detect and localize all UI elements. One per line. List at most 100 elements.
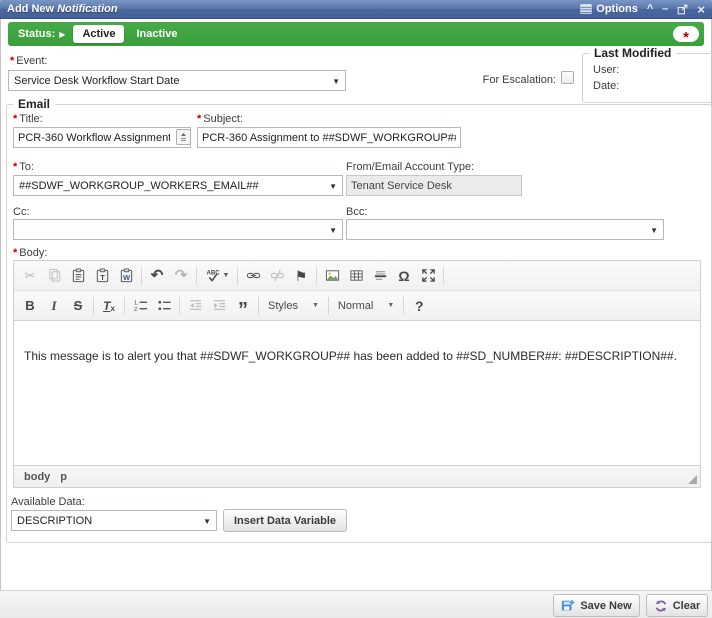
chevron-down-icon: ▼ bbox=[312, 302, 319, 309]
bcc-label: Bcc: bbox=[346, 206, 367, 218]
insert-data-variable-button[interactable]: Insert Data Variable bbox=[223, 509, 347, 532]
event-select[interactable]: Service Desk Workflow Start Date ▼ bbox=[8, 70, 346, 91]
options-icon bbox=[580, 3, 592, 15]
save-new-button[interactable]: Save New bbox=[553, 594, 640, 617]
blockquote-icon[interactable]: ” bbox=[231, 294, 255, 318]
bcc-select[interactable]: ▼ bbox=[346, 219, 664, 240]
popout-icon[interactable] bbox=[677, 4, 688, 15]
title-field-icon[interactable] bbox=[176, 129, 191, 145]
help-icon[interactable]: ? bbox=[407, 294, 431, 318]
table-icon[interactable] bbox=[344, 264, 368, 288]
subject-input[interactable] bbox=[197, 127, 461, 148]
required-asterisk-icon: * bbox=[683, 36, 689, 40]
styles-dropdown[interactable]: Styles ▼ bbox=[262, 300, 325, 312]
status-arrow-icon: ▶ bbox=[59, 30, 65, 39]
unlink-icon[interactable] bbox=[265, 264, 289, 288]
svg-text:2.: 2. bbox=[133, 307, 138, 313]
save-new-icon bbox=[561, 599, 575, 613]
toolbar-separator bbox=[403, 297, 404, 315]
status-inactive-button[interactable]: Inactive bbox=[136, 28, 177, 40]
path-p-element[interactable]: p bbox=[60, 471, 67, 483]
from-account-field bbox=[346, 175, 522, 196]
numbered-list-icon[interactable]: 1.2. bbox=[128, 294, 152, 318]
cut-icon[interactable]: ✂ bbox=[18, 264, 42, 288]
chevron-down-icon: ▼ bbox=[329, 182, 337, 191]
bold-icon[interactable]: B bbox=[18, 294, 42, 318]
title-label: *Title: bbox=[13, 113, 43, 125]
bulleted-list-icon[interactable] bbox=[152, 294, 176, 318]
required-marker: * bbox=[13, 161, 17, 173]
clear-button[interactable]: Clear bbox=[646, 594, 708, 617]
paste-from-word-icon[interactable]: W bbox=[114, 264, 138, 288]
paste-icon[interactable] bbox=[66, 264, 90, 288]
status-active-button[interactable]: Active bbox=[73, 25, 124, 43]
subject-label: *Subject: bbox=[197, 113, 243, 125]
for-escalation-label: For Escalation: bbox=[476, 74, 556, 86]
options-button[interactable]: Options bbox=[580, 3, 638, 15]
required-indicator-button[interactable]: * bbox=[673, 26, 699, 42]
toolbar-separator bbox=[328, 297, 329, 315]
path-body-element[interactable]: body bbox=[24, 471, 50, 483]
required-marker: * bbox=[13, 247, 17, 259]
available-data-label: Available Data: bbox=[11, 496, 85, 508]
chevron-down-icon: ▼ bbox=[387, 302, 394, 309]
window-title: Add NewNotification bbox=[7, 3, 118, 15]
window-title-prefix: Add New bbox=[7, 3, 54, 15]
clear-label: Clear bbox=[673, 600, 701, 612]
chevron-down-icon: ▼ bbox=[203, 517, 211, 526]
cc-label: Cc: bbox=[13, 206, 30, 218]
from-account-label: From/Email Account Type: bbox=[346, 161, 474, 173]
editor-toolbar-row2: B I S Tx 1.2. bbox=[14, 291, 700, 321]
toolbar-separator bbox=[179, 297, 180, 315]
special-character-icon[interactable]: Ω bbox=[392, 264, 416, 288]
chevron-down-icon: ▼ bbox=[332, 77, 340, 86]
toolbar-separator bbox=[258, 297, 259, 315]
maximize-icon[interactable] bbox=[416, 264, 440, 288]
undo-icon[interactable]: ↶ bbox=[145, 264, 169, 288]
remove-format-icon[interactable]: Tx bbox=[97, 294, 121, 318]
redo-icon[interactable]: ↷ bbox=[169, 264, 193, 288]
to-select[interactable]: ##SDWF_WORKGROUP_WORKERS_EMAIL## ▼ bbox=[13, 175, 343, 196]
available-data-select[interactable]: DESCRIPTION ▼ bbox=[11, 510, 217, 531]
styles-dropdown-value: Styles bbox=[268, 300, 298, 312]
cc-select[interactable]: ▼ bbox=[13, 219, 343, 240]
last-modified-legend: Last Modified bbox=[589, 46, 676, 60]
toolbar-separator bbox=[237, 267, 238, 285]
status-bar: Status: ▶ Active Inactive * bbox=[8, 22, 704, 46]
required-marker: * bbox=[197, 113, 201, 125]
editor-message-text: This message is to alert you that ##SDWF… bbox=[24, 349, 690, 363]
image-icon[interactable] bbox=[320, 264, 344, 288]
toolbar-separator bbox=[316, 267, 317, 285]
toolbar-separator bbox=[196, 267, 197, 285]
footer-toolbar: Save New Clear bbox=[0, 590, 712, 618]
anchor-flag-icon[interactable]: ⚑ bbox=[289, 264, 313, 288]
for-escalation-checkbox[interactable] bbox=[561, 71, 574, 84]
spellcheck-icon[interactable]: ABC ▼ bbox=[200, 264, 234, 288]
close-icon[interactable]: × bbox=[697, 3, 705, 16]
link-icon[interactable] bbox=[241, 264, 265, 288]
paste-plain-text-icon[interactable]: T bbox=[90, 264, 114, 288]
required-marker: * bbox=[13, 113, 17, 125]
add-notification-window: { "window": { "title_prefix": "Add New",… bbox=[0, 0, 712, 618]
chevron-down-icon: ▼ bbox=[223, 272, 230, 279]
strikethrough-icon[interactable]: S bbox=[66, 294, 90, 318]
decrease-indent-icon[interactable] bbox=[183, 294, 207, 318]
titlebar-controls: Options ^ – × bbox=[580, 3, 705, 16]
horizontal-line-icon[interactable] bbox=[368, 264, 392, 288]
last-modified-fieldset: Last Modified User: Date: bbox=[582, 53, 712, 103]
window-title-emphasis: Notification bbox=[57, 3, 118, 15]
required-marker: * bbox=[10, 55, 14, 67]
paragraph-format-dropdown[interactable]: Normal ▼ bbox=[332, 300, 400, 312]
editor-resize-grip[interactable] bbox=[688, 475, 697, 484]
minimize-icon[interactable]: – bbox=[662, 4, 668, 15]
title-input[interactable] bbox=[13, 127, 191, 148]
svg-text:W: W bbox=[122, 273, 130, 282]
italic-icon[interactable]: I bbox=[42, 294, 66, 318]
event-label: *Event: bbox=[10, 55, 47, 67]
chevron-down-icon: ▼ bbox=[329, 226, 337, 235]
editor-content-area[interactable]: This message is to alert you that ##SDWF… bbox=[14, 321, 700, 465]
increase-indent-icon[interactable] bbox=[207, 294, 231, 318]
editor-toolbar-row1: ✂ T W ↶ ↷ ABC ▼ bbox=[14, 261, 700, 291]
collapse-icon[interactable]: ^ bbox=[647, 4, 653, 15]
copy-icon[interactable] bbox=[42, 264, 66, 288]
